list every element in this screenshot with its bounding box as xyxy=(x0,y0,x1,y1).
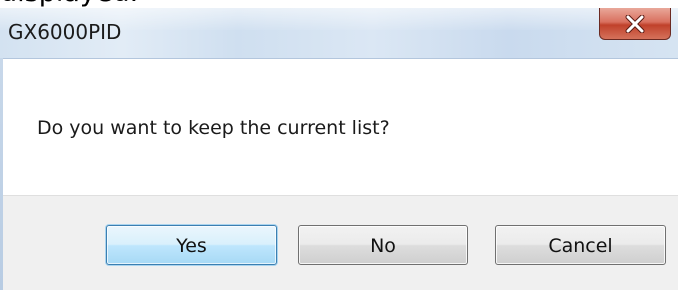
dialog-message: Do you want to keep the current list? xyxy=(37,117,390,139)
cancel-button[interactable]: Cancel xyxy=(495,225,666,265)
dialog-title-bar[interactable]: GX6000PID xyxy=(0,8,678,59)
screenshot-page: displayed. GX6000PID Do you want to keep… xyxy=(0,0,678,290)
yes-button[interactable]: Yes xyxy=(106,225,277,265)
dialog-button-panel: Yes No Cancel xyxy=(3,195,678,290)
close-x-icon xyxy=(625,14,645,33)
no-button[interactable]: No xyxy=(298,225,468,265)
cropped-document-text: displayed. xyxy=(0,0,138,8)
dialog-title: GX6000PID xyxy=(8,20,122,44)
close-button[interactable] xyxy=(599,8,671,40)
dialog-content: Do you want to keep the current list? xyxy=(3,59,678,195)
